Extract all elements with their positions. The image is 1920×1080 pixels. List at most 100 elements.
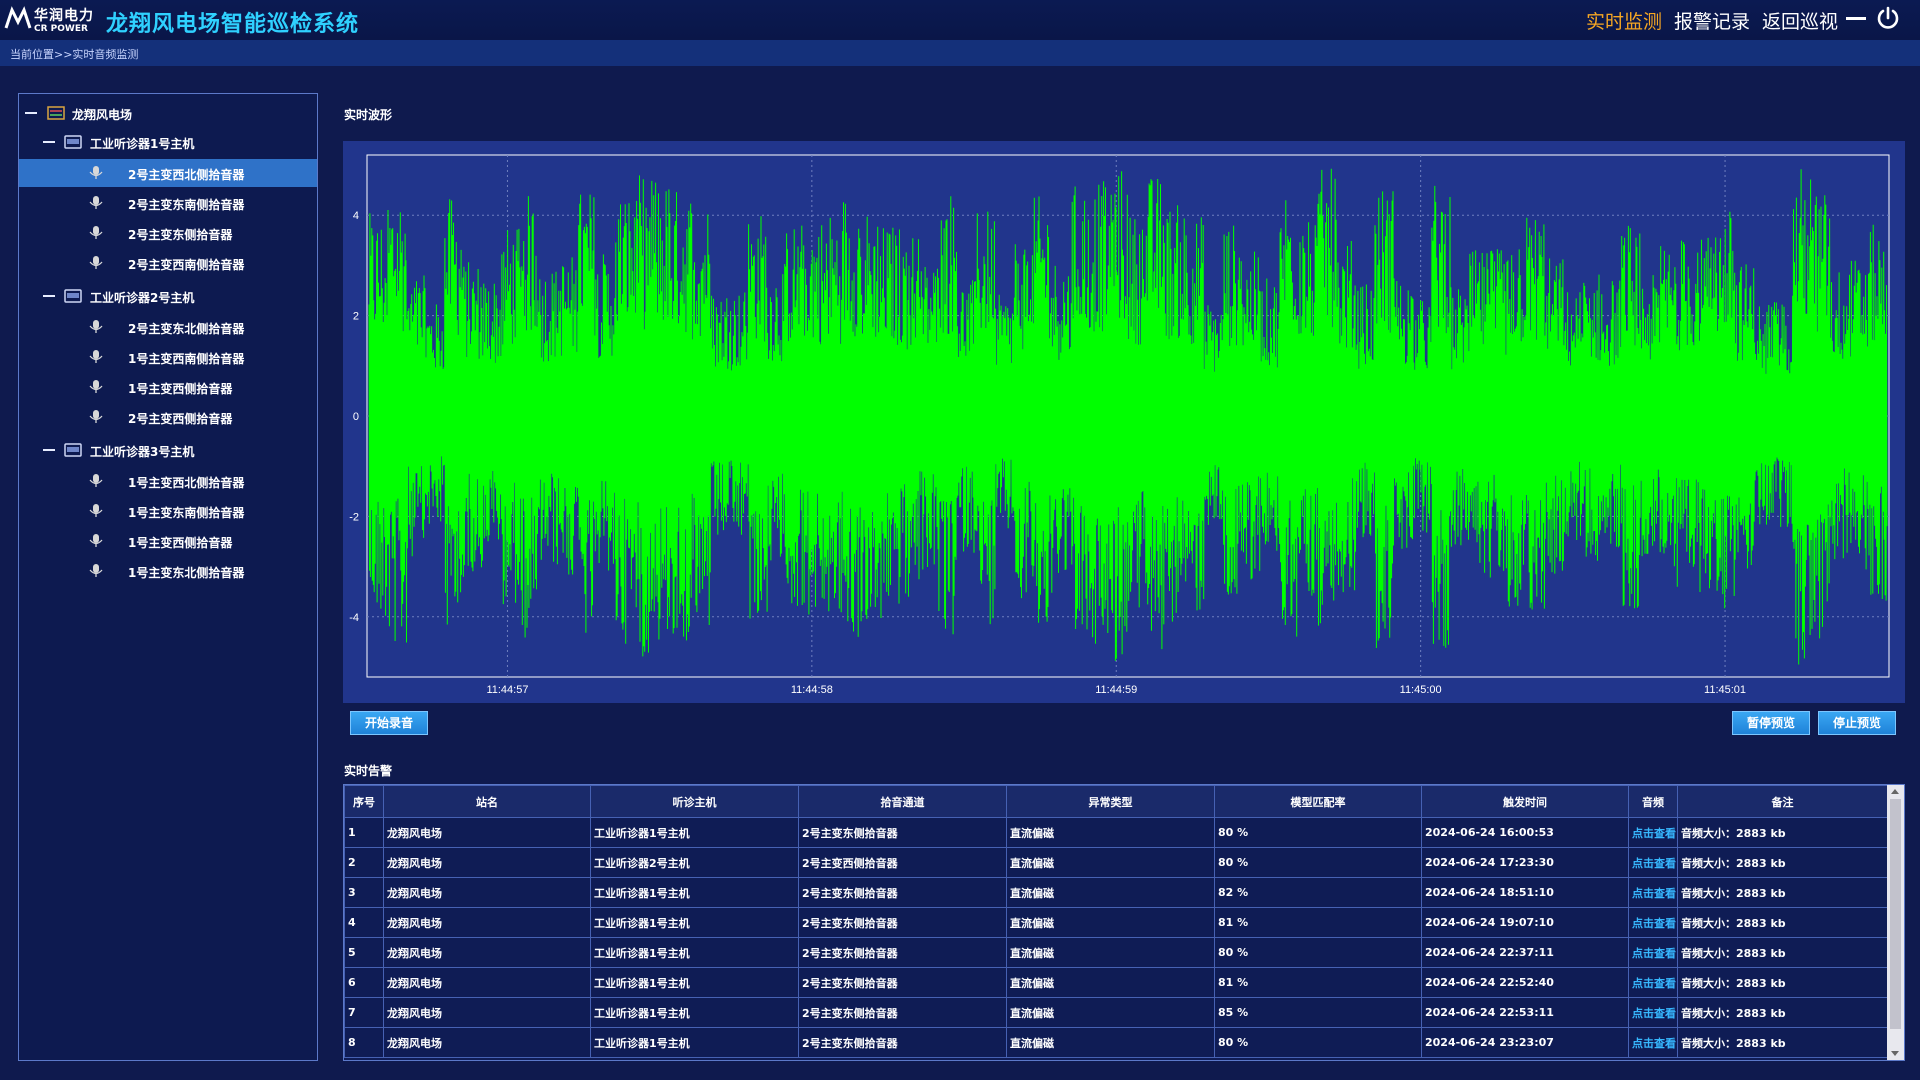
table-cell: 80 % — [1214, 937, 1422, 968]
start-recording-button[interactable]: 开始录音 — [350, 711, 429, 735]
tree-channel[interactable]: 2号主变西侧拾音器 — [19, 403, 317, 431]
tree-channel[interactable]: 1号主变西侧拾音器 — [19, 373, 317, 401]
microphone-icon — [89, 380, 103, 393]
table-cell: 音频大小：2883 kb — [1677, 907, 1888, 938]
scroll-thumb[interactable] — [1890, 799, 1901, 1029]
tree-host[interactable]: 工业听诊器2号主机 — [19, 282, 317, 310]
tree-channel[interactable]: 2号主变西南侧拾音器 — [19, 249, 317, 277]
breadcrumb: 当前位置>>实时音频监测 — [10, 48, 139, 61]
table-cell: 3 — [344, 877, 384, 908]
table-row[interactable]: 6 龙翔风电场 工业听诊器1号主机 2号主变东侧拾音器 直流偏磁 81 % 2024-06-… — [344, 967, 1888, 998]
table-row[interactable]: 7 龙翔风电场 工业听诊器1号主机 2号主变东侧拾音器 直流偏磁 85 % 2024-06-… — [344, 997, 1888, 1028]
table-cell: 2号主变东侧拾音器 — [798, 817, 1007, 848]
table-row[interactable]: 1 龙翔风电场 工业听诊器1号主机 2号主变东侧拾音器 直流偏磁 80 % 2024-06-… — [344, 817, 1888, 848]
x-tick-label: 11:44:59 — [1095, 684, 1137, 696]
table-row[interactable]: 5 龙翔风电场 工业听诊器1号主机 2号主变东侧拾音器 直流偏磁 80 % 2024-06-… — [344, 937, 1888, 968]
table-cell: 直流偏磁 — [1006, 937, 1215, 968]
view-audio-link[interactable]: 点击查看 — [1628, 1027, 1678, 1058]
nav-return-patrol[interactable]: 返回巡视 — [1762, 7, 1838, 34]
microphone-icon — [89, 534, 103, 547]
tree-channel[interactable]: 2号主变东北侧拾音器 — [19, 313, 317, 341]
alarm-table-header: 序号 站名 听诊主机 拾音通道 异常类型 模型匹配率 触发时间 音频 备注 — [344, 785, 1888, 818]
table-row[interactable]: 2 龙翔风电场 工业听诊器2号主机 2号主变西侧拾音器 直流偏磁 80 % 2024-06-… — [344, 847, 1888, 878]
tree-channel[interactable]: 1号主变东北侧拾音器 — [19, 557, 317, 585]
table-cell: 龙翔风电场 — [383, 1027, 591, 1058]
table-scrollbar[interactable] — [1887, 785, 1904, 1060]
y-tick-label: 2 — [353, 311, 359, 323]
host-device-icon — [64, 135, 82, 149]
host-device-icon — [64, 443, 82, 457]
tree-host-label: 工业听诊器1号主机 — [90, 137, 195, 151]
table-cell: 5 — [344, 937, 384, 968]
table-cell: 直流偏磁 — [1006, 907, 1215, 938]
tree-channel[interactable]: 1号主变西南侧拾音器 — [19, 343, 317, 371]
view-audio-link[interactable]: 点击查看 — [1628, 877, 1678, 908]
microphone-icon — [89, 504, 103, 517]
tree-channel[interactable]: 2号主变东南侧拾音器 — [19, 189, 317, 217]
x-tick-label: 11:45:00 — [1400, 684, 1442, 696]
table-cell: 1 — [344, 817, 384, 848]
table-cell: 直流偏磁 — [1006, 847, 1215, 878]
minimize-icon[interactable] — [1846, 17, 1866, 20]
stop-preview-button[interactable]: 停止预览 — [1818, 711, 1897, 735]
view-audio-link[interactable]: 点击查看 — [1628, 817, 1678, 848]
waveform-panel: 4 2 0 -2 -4 11:44:57 11:44:58 11:44:59 11:45:00 1… — [343, 141, 1905, 703]
table-row[interactable]: 8 龙翔风电场 工业听诊器1号主机 2号主变东侧拾音器 直流偏磁 80 % 2024-06-… — [344, 1027, 1888, 1058]
table-cell: 81 % — [1214, 967, 1422, 998]
tree-channel[interactable]: 1号主变西侧拾音器 — [19, 527, 317, 555]
tree-channel-label: 2号主变西侧拾音器 — [128, 412, 233, 426]
tree-host[interactable]: 工业听诊器1号主机 — [19, 128, 317, 156]
power-icon[interactable] — [1876, 6, 1900, 30]
table-row[interactable]: 3 龙翔风电场 工业听诊器1号主机 2号主变东侧拾音器 直流偏磁 82 % 2024-06-… — [344, 877, 1888, 908]
table-cell: 直流偏磁 — [1006, 817, 1215, 848]
scroll-up-icon[interactable] — [1891, 789, 1899, 794]
table-cell: 2024-06-24 17:23:30 — [1421, 847, 1629, 878]
view-audio-link[interactable]: 点击查看 — [1628, 847, 1678, 878]
view-audio-link[interactable]: 点击查看 — [1628, 907, 1678, 938]
table-cell: 2号主变东侧拾音器 — [798, 937, 1007, 968]
table-cell: 直流偏磁 — [1006, 877, 1215, 908]
tree-channel[interactable]: 2号主变东侧拾音器 — [19, 219, 317, 247]
microphone-icon — [89, 350, 103, 363]
nav-realtime-monitor[interactable]: 实时监测 — [1586, 7, 1662, 34]
table-cell: 2024-06-24 22:53:11 — [1421, 997, 1629, 1028]
view-audio-link[interactable]: 点击查看 — [1628, 937, 1678, 968]
table-cell: 工业听诊器1号主机 — [590, 907, 799, 938]
table-cell: 工业听诊器1号主机 — [590, 1027, 799, 1058]
collapse-icon[interactable] — [43, 141, 55, 143]
table-cell: 2024-06-24 18:51:10 — [1421, 877, 1629, 908]
scroll-down-icon[interactable] — [1891, 1051, 1899, 1056]
column-header: 站名 — [383, 785, 591, 818]
table-cell: 82 % — [1214, 877, 1422, 908]
pause-preview-button[interactable]: 暂停预览 — [1732, 711, 1811, 735]
tree-host[interactable]: 工业听诊器3号主机 — [19, 436, 317, 464]
nav-alarm-records[interactable]: 报警记录 — [1674, 7, 1750, 34]
x-tick-label: 11:45:01 — [1704, 684, 1746, 696]
microphone-icon — [89, 196, 103, 209]
collapse-icon[interactable] — [43, 449, 55, 451]
tree-channel[interactable]: 2号主变西北侧拾音器 — [19, 159, 317, 187]
app-title: 龙翔风电场智能巡检系统 — [106, 12, 360, 37]
table-row[interactable]: 4 龙翔风电场 工业听诊器1号主机 2号主变东侧拾音器 直流偏磁 81 % 2024-06-… — [344, 907, 1888, 938]
table-cell: 工业听诊器1号主机 — [590, 967, 799, 998]
y-tick-label: -4 — [349, 612, 359, 624]
table-cell: 直流偏磁 — [1006, 967, 1215, 998]
cr-logo-mark-icon — [4, 6, 32, 29]
table-cell: 音频大小：2883 kb — [1677, 967, 1888, 998]
table-cell: 音频大小：2883 kb — [1677, 937, 1888, 968]
tree-root[interactable]: 龙翔风电场 — [19, 99, 317, 127]
table-cell: 80 % — [1214, 817, 1422, 848]
column-header: 听诊主机 — [590, 785, 799, 818]
view-audio-link[interactable]: 点击查看 — [1628, 997, 1678, 1028]
top-bar: 华润电力 CR POWER 龙翔风电场智能巡检系统 实时监测 报警记录 返回巡视 — [0, 0, 1920, 40]
microphone-icon — [89, 320, 103, 333]
column-header: 拾音通道 — [798, 785, 1007, 818]
tree-channel[interactable]: 1号主变西北侧拾音器 — [19, 467, 317, 495]
view-audio-link[interactable]: 点击查看 — [1628, 967, 1678, 998]
collapse-icon[interactable] — [25, 112, 37, 114]
tree-channel[interactable]: 1号主变东南侧拾音器 — [19, 497, 317, 525]
tree-host-label: 工业听诊器3号主机 — [90, 445, 195, 459]
table-cell: 工业听诊器1号主机 — [590, 817, 799, 848]
collapse-icon[interactable] — [43, 295, 55, 297]
table-cell: 龙翔风电场 — [383, 967, 591, 998]
